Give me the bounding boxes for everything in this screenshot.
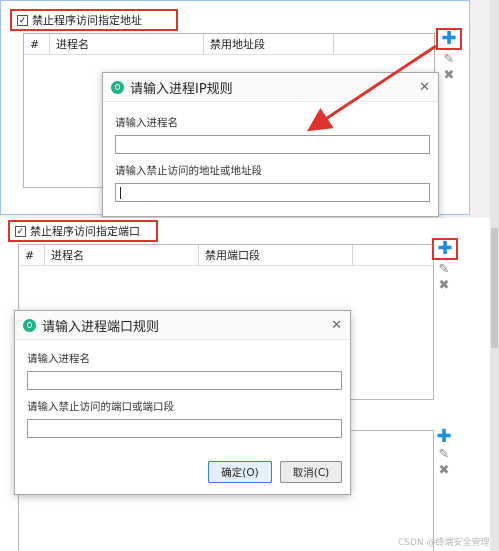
plus-icon: ✚: [436, 426, 452, 447]
port-range-label: 请输入禁止访问的端口或端口段: [27, 401, 174, 413]
pencil-icon: ✎: [438, 446, 450, 462]
add-lower-rule-button[interactable]: ✚: [436, 426, 452, 447]
ok-button[interactable]: 确定(O): [208, 461, 272, 483]
cancel-button[interactable]: 取消(C): [280, 461, 342, 483]
pencil-icon: ✎: [438, 261, 450, 277]
port-process-name-label: 请输入进程名: [27, 353, 90, 365]
delete-icon: ✖: [438, 277, 450, 293]
block-port-checkbox-row[interactable]: ✓ 禁止程序访问指定端口: [8, 220, 158, 242]
app-logo-icon: [23, 318, 36, 332]
add-port-rule-button[interactable]: ✚: [437, 238, 453, 259]
port-process-name-input[interactable]: [27, 371, 342, 390]
port-table-header: # 进程名 禁用端口段: [19, 245, 433, 266]
edit-port-rule-button[interactable]: ✎: [437, 261, 451, 277]
delete-lower-rule-button[interactable]: ✖: [437, 462, 451, 478]
block-port-label: 禁止程序访问指定端口: [30, 225, 140, 238]
add-port-rule-highlight: ✚: [432, 238, 458, 260]
arrow-to-ip-dialog: [306, 44, 437, 132]
delete-port-rule-button[interactable]: ✖: [437, 277, 451, 293]
port-rule-dialog-title: 请输入进程端口规则: [42, 319, 160, 335]
col-empty: [353, 245, 433, 265]
col-process-name: 进程名: [45, 245, 199, 265]
port-rule-dialog-titlebar: 请输入进程端口规则 ✕: [15, 311, 350, 340]
col-blocked-port: 禁用端口段: [199, 245, 353, 265]
plus-icon: ✚: [437, 238, 453, 259]
col-index: #: [19, 245, 45, 265]
block-port-checkbox[interactable]: ✓: [15, 225, 26, 237]
port-rule-dialog: 请输入进程端口规则 ✕ 请输入进程名 请输入禁止访问的端口或端口段 确定(O) …: [14, 310, 351, 495]
scrollbar-thumb[interactable]: [491, 228, 498, 348]
watermark: CSDN @终端安全管理: [398, 538, 490, 548]
close-icon[interactable]: ✕: [331, 318, 342, 333]
edit-lower-rule-button[interactable]: ✎: [437, 446, 451, 462]
delete-icon: ✖: [438, 462, 450, 478]
port-range-input[interactable]: [27, 419, 342, 438]
vertical-scrollbar[interactable]: [490, 0, 499, 551]
